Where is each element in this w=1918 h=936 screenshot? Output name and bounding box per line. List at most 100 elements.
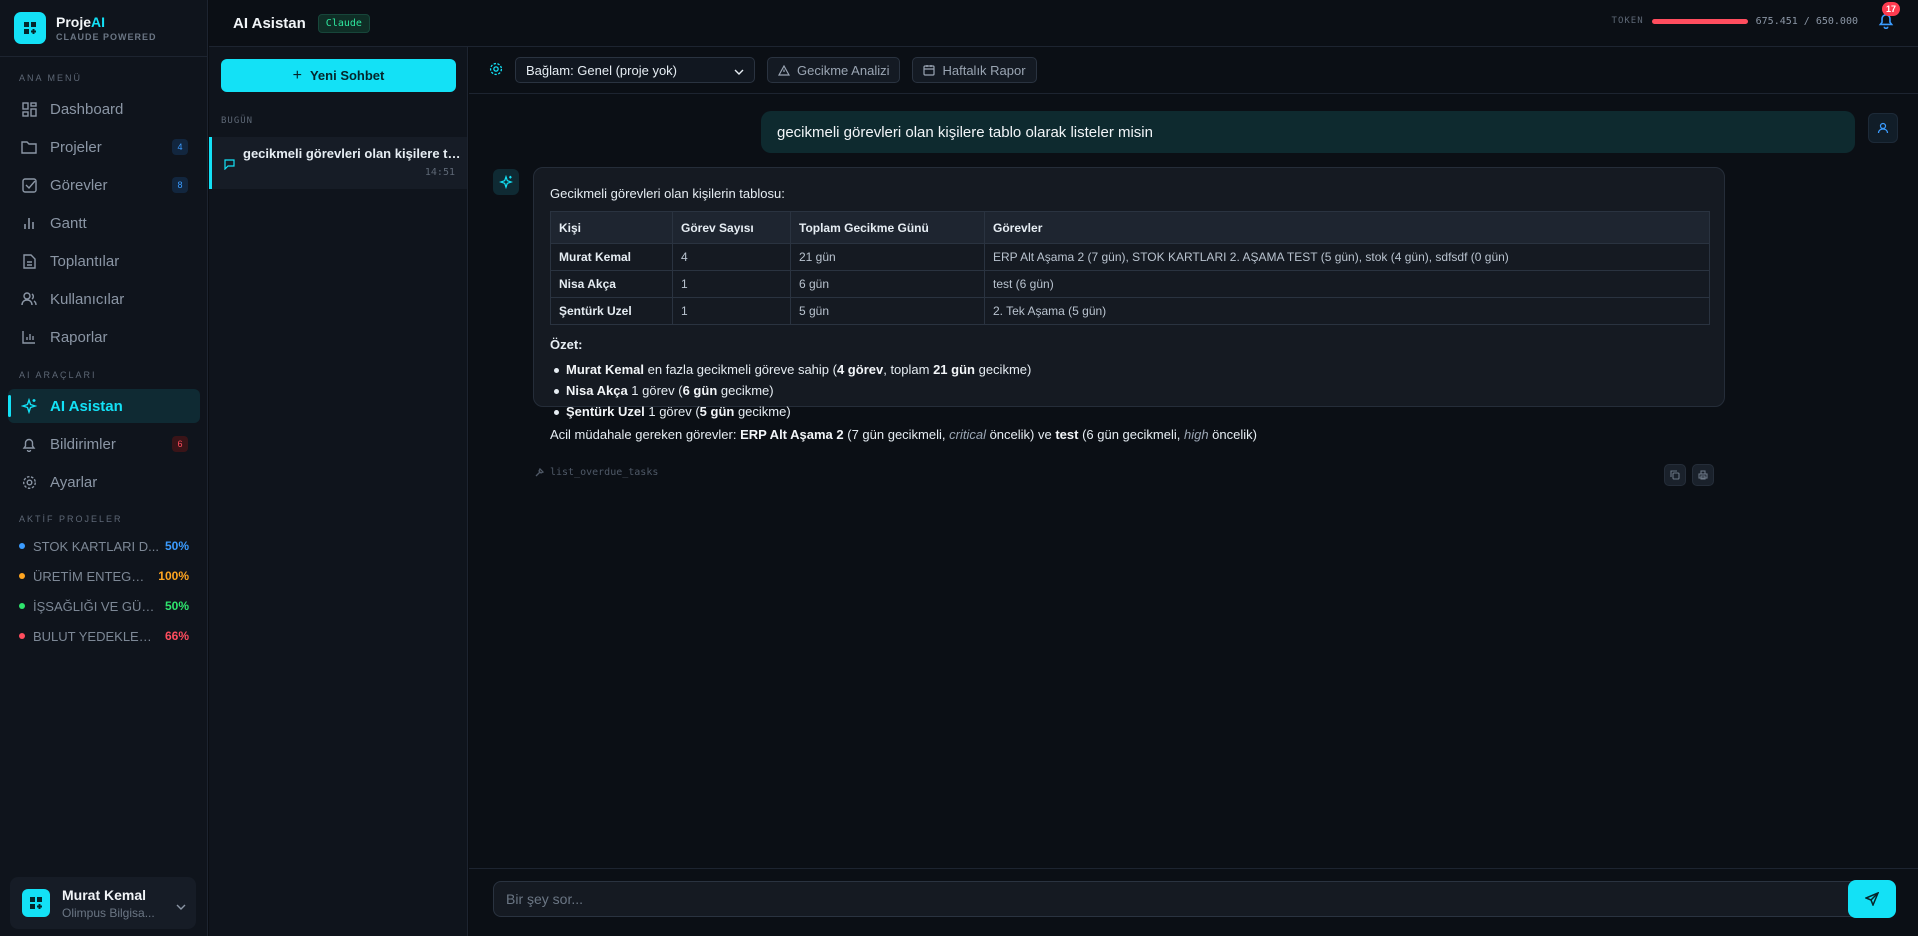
user-message: gecikmeli görevleri olan kişilere tablo … bbox=[761, 111, 1855, 153]
table-cell: 2. Tek Aşama (5 gün) bbox=[984, 297, 1710, 325]
table-header: Görevler bbox=[984, 211, 1710, 244]
wrench-icon bbox=[535, 468, 544, 477]
chat-history-panel: + Yeni Sohbet BUGÜN gecikmeli görevleri … bbox=[209, 47, 468, 936]
sidebar-item-toplantilar[interactable]: Toplantılar bbox=[8, 244, 200, 278]
main-menu-title: ANA MENÜ bbox=[19, 73, 83, 83]
table-header: Kişi bbox=[550, 211, 673, 244]
context-select[interactable]: Bağlam: Genel (proje yok) bbox=[515, 57, 755, 83]
table-row: Nisa Akça 1 6 gün test (6 gün) bbox=[550, 270, 1710, 298]
token-label: TOKEN bbox=[1611, 16, 1644, 26]
table-cell: 1 bbox=[672, 270, 791, 298]
send-button[interactable] bbox=[1848, 880, 1896, 918]
table-cell: test (6 gün) bbox=[984, 270, 1710, 298]
table-row: Murat Kemal 4 21 gün ERP Alt Aşama 2 (7 … bbox=[550, 243, 1710, 271]
context-select-value: Bağlam: Genel (proje yok) bbox=[526, 62, 678, 78]
chat-bubble-icon bbox=[224, 157, 235, 173]
project-name: BULUT YEDEKLEM... bbox=[33, 628, 159, 644]
project-name: ÜRETİM ENTEGRA... bbox=[33, 568, 153, 584]
weekly-report-label: Haftalık Rapor bbox=[942, 62, 1026, 78]
project-percent: 100% bbox=[158, 569, 189, 583]
table-row: Şentürk Uzel 1 5 gün 2. Tek Aşama (5 gün… bbox=[550, 297, 1710, 325]
status-dot bbox=[19, 603, 25, 609]
sidebar-item-kullanicilar[interactable]: Kullanıcılar bbox=[8, 282, 200, 316]
chevron-down-icon bbox=[734, 63, 744, 78]
sidebar-item-label: Ayarlar bbox=[50, 473, 98, 491]
chart-icon bbox=[20, 328, 38, 346]
chat-list-item[interactable]: gecikmeli görevleri olan kişilere tab...… bbox=[209, 137, 467, 189]
sidebar-item-label: Dashboard bbox=[50, 100, 124, 118]
table-cell: Murat Kemal bbox=[550, 243, 673, 271]
table-cell: 1 bbox=[672, 297, 791, 325]
urgent-note: Acil müdahale gereken görevler: ERP Alt … bbox=[550, 427, 1257, 442]
sidebar-item-projeler[interactable]: Projeler 4 bbox=[8, 130, 200, 164]
table-header-row: Kişi Görev Sayısı Toplam Gecikme Günü Gö… bbox=[550, 211, 1710, 244]
delay-analysis-button[interactable]: Gecikme Analizi bbox=[767, 57, 901, 83]
chat-title: gecikmeli görevleri olan kişilere tab... bbox=[243, 146, 463, 161]
tool-call-tag: list_overdue_tasks bbox=[535, 467, 658, 478]
table-cell: Şentürk Uzel bbox=[550, 297, 673, 325]
sparkle-icon bbox=[20, 397, 38, 415]
project-name: İŞSAĞLIĞI VE GÜV... bbox=[33, 598, 159, 614]
sidebar-item-bildirimler[interactable]: Bildirimler 6 bbox=[8, 427, 200, 461]
table-cell: 6 gün bbox=[790, 270, 985, 298]
token-usage: TOKEN 675.451 / 650.000 bbox=[1612, 0, 1858, 42]
project-item[interactable]: STOK KARTLARI D... 50% bbox=[19, 536, 189, 556]
table-cell: ERP Alt Aşama 2 (7 gün), STOK KARTLARI 2… bbox=[984, 243, 1710, 271]
top-bar: AI Asistan Claude TOKEN 675.451 / 650.00… bbox=[209, 0, 1918, 47]
print-button[interactable] bbox=[1692, 464, 1714, 486]
chat-input[interactable] bbox=[493, 881, 1863, 917]
composer bbox=[469, 868, 1918, 936]
page-title: AI Asistan bbox=[233, 14, 306, 32]
ai-tools-title: AI ARAÇLARI bbox=[19, 370, 97, 380]
project-item[interactable]: BULUT YEDEKLEM... 66% bbox=[19, 626, 189, 646]
summary-title: Özet: bbox=[550, 337, 583, 352]
checkbox-icon bbox=[20, 176, 38, 194]
copy-button[interactable] bbox=[1664, 464, 1686, 486]
new-chat-button[interactable]: + Yeni Sohbet bbox=[221, 59, 456, 92]
project-item[interactable]: İŞSAĞLIĞI VE GÜV... 50% bbox=[19, 596, 189, 616]
tool-name: list_overdue_tasks bbox=[550, 467, 659, 478]
sidebar-item-ai-asistan[interactable]: AI Asistan bbox=[8, 389, 200, 423]
status-dot bbox=[19, 573, 25, 579]
list-item: Şentürk Uzel 1 görev (5 gün gecikme) bbox=[550, 404, 1708, 419]
app-name: ProjeAI bbox=[56, 14, 106, 30]
active-projects-title: AKTİF PROJELER bbox=[19, 514, 123, 524]
project-item[interactable]: ÜRETİM ENTEGRA... 100% bbox=[19, 566, 189, 586]
app-tagline: CLAUDE POWERED bbox=[56, 32, 157, 42]
grid-icon bbox=[20, 100, 38, 118]
sidebar-item-label: Bildirimler bbox=[50, 435, 116, 453]
context-gear-icon bbox=[489, 62, 505, 78]
sidebar-item-ayarlar[interactable]: Ayarlar bbox=[8, 465, 200, 499]
print-icon bbox=[1698, 470, 1708, 480]
send-icon bbox=[1865, 892, 1879, 906]
list-item: Nisa Akça 1 görev (6 gün gecikme) bbox=[550, 383, 1708, 398]
table-cell: 4 bbox=[672, 243, 791, 271]
sidebar-item-label: Toplantılar bbox=[50, 252, 120, 270]
user-name: Murat Kemal bbox=[62, 886, 147, 903]
chat-time: 14:51 bbox=[424, 167, 455, 178]
sidebar-item-gorevler[interactable]: Görevler 8 bbox=[8, 168, 200, 202]
summary-list: Murat Kemal en fazla gecikmeli göreve sa… bbox=[550, 362, 1708, 419]
calendar-icon bbox=[923, 65, 936, 76]
sidebar-item-label: Gantt bbox=[50, 214, 87, 232]
logo[interactable]: ProjeAI CLAUDE POWERED bbox=[0, 0, 207, 57]
avatar bbox=[22, 889, 50, 917]
sidebar-item-raporlar[interactable]: Raporlar bbox=[8, 320, 200, 354]
today-label: BUGÜN bbox=[221, 116, 254, 126]
chevron-down-icon bbox=[176, 897, 186, 913]
folder-icon bbox=[20, 138, 38, 156]
document-icon bbox=[20, 252, 38, 270]
user-menu[interactable]: Murat Kemal Olimpus Bilgisa... bbox=[10, 877, 196, 929]
bell-icon bbox=[20, 435, 38, 453]
chat-toolbar: Bağlam: Genel (proje yok) Gecikme Analiz… bbox=[469, 47, 1918, 94]
weekly-report-button[interactable]: Haftalık Rapor bbox=[912, 57, 1037, 83]
sidebar-item-label: Görevler bbox=[50, 176, 108, 194]
sidebar-item-dashboard[interactable]: Dashboard bbox=[8, 92, 200, 126]
status-dot bbox=[19, 633, 25, 639]
status-dot bbox=[19, 543, 25, 549]
sidebar-item-label: Projeler bbox=[50, 138, 102, 156]
chat-main: Bağlam: Genel (proje yok) Gecikme Analiz… bbox=[469, 47, 1918, 936]
sidebar-item-gantt[interactable]: Gantt bbox=[8, 206, 200, 240]
assistant-message: Gecikmeli görevleri olan kişilerin tablo… bbox=[533, 167, 1725, 442]
logo-icon bbox=[14, 12, 46, 44]
